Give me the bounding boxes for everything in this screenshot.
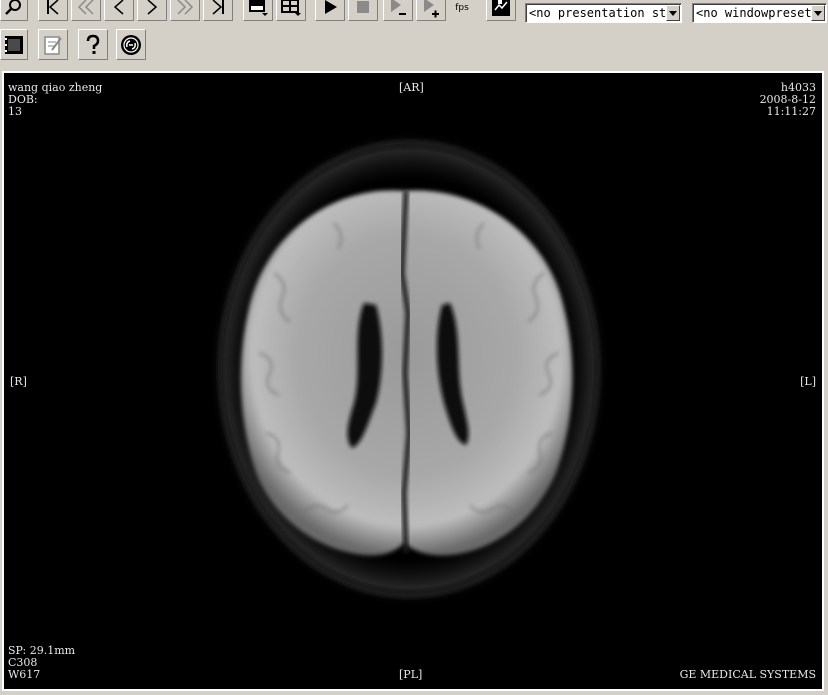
fast-forward-icon bbox=[177, 0, 194, 15]
next-frame-icon bbox=[147, 0, 158, 15]
previous-frame-button[interactable] bbox=[104, 0, 134, 21]
layout-single-button[interactable] bbox=[243, 0, 273, 21]
overlay-top-right: h4033 2008-8-12 11:11:27 bbox=[760, 82, 816, 118]
patient-dob: DOB: bbox=[8, 93, 38, 106]
cine-plus-button[interactable] bbox=[416, 0, 446, 21]
first-frame-button[interactable] bbox=[38, 0, 68, 21]
layout-grid-icon bbox=[281, 0, 301, 16]
fps-setting-button[interactable] bbox=[486, 0, 516, 21]
play-button[interactable] bbox=[315, 0, 345, 21]
toolbar: 10 fps <no presentation st <no windowpre… bbox=[0, 0, 828, 68]
help-button[interactable] bbox=[78, 29, 108, 60]
stop-button[interactable] bbox=[348, 0, 378, 21]
fast-forward-button[interactable] bbox=[170, 0, 200, 21]
orientation-top: [AR] bbox=[399, 81, 424, 94]
windowpreset-select-value: <no windowpreset> bbox=[696, 6, 819, 20]
fps-unit: fps bbox=[455, 3, 469, 13]
chevron-down-icon[interactable] bbox=[811, 5, 825, 21]
image-number: 13 bbox=[8, 105, 22, 118]
film-button[interactable] bbox=[0, 29, 28, 60]
play-icon bbox=[325, 0, 337, 14]
image-viewer: wang qiao zheng DOB: 13 h4033 2008-8-12 … bbox=[0, 68, 828, 695]
overlay-bottom-left: SP: 29.1mm C308 W617 bbox=[8, 645, 75, 681]
first-frame-icon bbox=[47, 0, 59, 15]
fps-setting-icon bbox=[492, 0, 510, 16]
rewind-button[interactable] bbox=[71, 0, 101, 21]
cine-minus-icon bbox=[391, 0, 406, 15]
toolbar-row-1: 10 fps <no presentation st <no windowpre… bbox=[0, 0, 828, 24]
orientation-left: [R] bbox=[10, 375, 27, 388]
mri-brain-scan bbox=[209, 131, 609, 607]
next-frame-button[interactable] bbox=[137, 0, 167, 21]
ge-button[interactable] bbox=[116, 29, 146, 60]
layout-single-icon bbox=[249, 0, 268, 16]
previous-frame-icon bbox=[113, 0, 124, 15]
chevron-down-icon[interactable] bbox=[666, 5, 680, 21]
zoom-button[interactable] bbox=[0, 0, 28, 21]
windowpreset-select[interactable]: <no windowpreset> bbox=[692, 3, 827, 23]
overlay-top-left: wang qiao zheng DOB: 13 bbox=[8, 82, 102, 118]
cine-plus-icon bbox=[424, 0, 439, 17]
layout-grid-button[interactable] bbox=[276, 0, 306, 21]
stop-icon bbox=[357, 0, 369, 13]
rewind-icon bbox=[77, 0, 94, 15]
last-frame-icon bbox=[212, 0, 224, 15]
orientation-right: [L] bbox=[800, 375, 816, 388]
toolbar-row-2 bbox=[0, 29, 828, 61]
presentation-select-value: <no presentation st bbox=[529, 6, 667, 20]
notes-icon bbox=[44, 35, 62, 55]
orientation-bottom: [PL] bbox=[399, 668, 423, 681]
study-time: 11:11:27 bbox=[766, 105, 816, 118]
film-icon bbox=[5, 35, 23, 54]
manufacturer-label: GE MEDICAL SYSTEMS bbox=[679, 668, 816, 681]
last-frame-button[interactable] bbox=[203, 0, 233, 21]
image-viewport[interactable]: wang qiao zheng DOB: 13 h4033 2008-8-12 … bbox=[2, 71, 824, 691]
help-icon bbox=[86, 34, 100, 54]
zoom-icon bbox=[5, 0, 21, 15]
notes-button[interactable] bbox=[38, 29, 68, 60]
cine-minus-button[interactable] bbox=[383, 0, 413, 21]
ge-logo-icon bbox=[121, 34, 141, 55]
fps-indicator: 10 fps bbox=[447, 0, 477, 14]
presentation-select[interactable]: <no presentation st bbox=[525, 3, 682, 23]
window-width: W617 bbox=[8, 668, 41, 681]
